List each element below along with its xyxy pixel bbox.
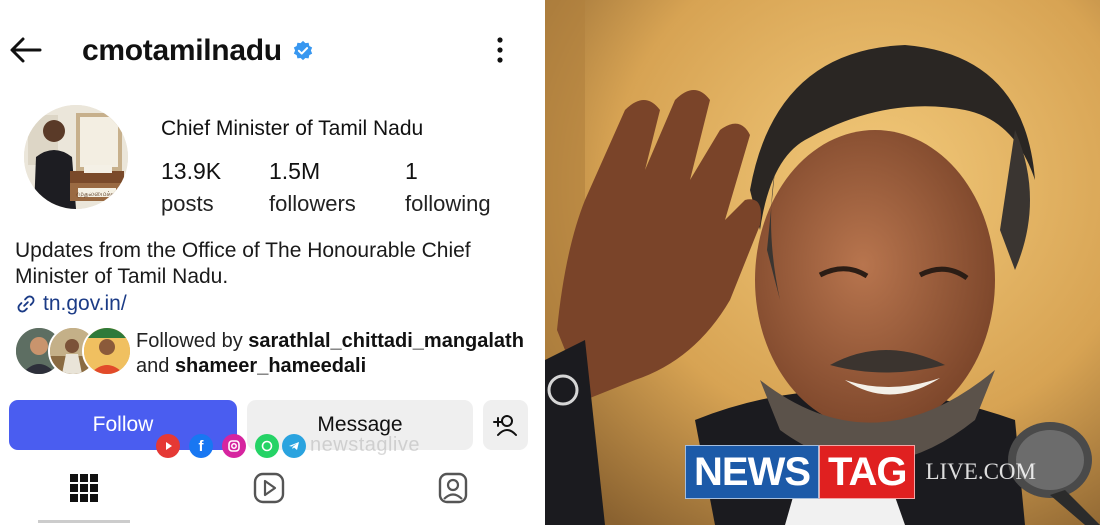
stat-followers-label: followers (269, 191, 356, 216)
whatsapp-icon (255, 434, 279, 458)
stat-followers-value: 1.5M (269, 158, 321, 184)
instagram-profile-panel: cmotamilnadu முதலமைச்சர் Chief Minister … (0, 0, 545, 525)
logo-news-text: NEWS (685, 445, 819, 499)
youtube-icon (156, 434, 180, 458)
link-text[interactable]: tn.gov.in/ (43, 292, 127, 316)
profile-tab-bar (0, 462, 545, 525)
mutual-avatar-3 (82, 326, 132, 376)
logo-tag-text: TAG (819, 445, 916, 499)
link-icon (17, 295, 35, 313)
profile-avatar[interactable]: முதலமைச்சர் (24, 105, 128, 209)
display-name: Chief Minister of Tamil Nadu (161, 117, 424, 140)
suggested-users-button[interactable] (483, 400, 528, 450)
stat-following[interactable]: 1 following (405, 158, 491, 217)
watermark-text: newstaglive (310, 434, 421, 456)
grid-icon[interactable] (66, 470, 102, 506)
verified-badge-icon (293, 40, 312, 61)
profile-header: cmotamilnadu (82, 34, 314, 68)
instagram-icon (222, 434, 246, 458)
profile-link[interactable]: tn.gov.in/ (15, 292, 127, 316)
reels-icon[interactable] (251, 470, 287, 506)
tagged-icon[interactable] (435, 470, 471, 506)
svg-text:முதலமைச்சர்: முதலமைச்சர் (76, 190, 118, 198)
logo-live-text: LIVE.COM (925, 459, 1036, 484)
more-options-icon[interactable] (488, 34, 512, 66)
active-tab-indicator (38, 520, 130, 523)
followed-by-text[interactable]: Followed by sarathlal_chittadi_mangalath… (136, 329, 524, 379)
stat-posts[interactable]: 13.9K posts (161, 158, 221, 217)
news-photo-panel: NEWS TAG LIVE.COM (545, 0, 1100, 525)
followed-by-user-1[interactable]: sarathlal_chittadi_mangalath (248, 330, 524, 352)
followed-by-prefix: Followed by (136, 330, 243, 352)
followed-by-conjunction: and (136, 355, 170, 377)
profile-bio: Updates from the Office of The Honourabl… (15, 239, 471, 288)
stat-followers[interactable]: 1.5M followers (269, 158, 356, 217)
stat-posts-label: posts (161, 191, 214, 216)
avatar-photo: முதலமைச்சர் (24, 105, 128, 209)
stat-following-value: 1 (405, 158, 418, 184)
username: cmotamilnadu (82, 34, 282, 67)
telegram-icon (282, 434, 306, 458)
newstag-logo: NEWS TAG LIVE.COM (685, 445, 1036, 499)
followed-by-user-2[interactable]: shameer_hameedali (175, 355, 366, 377)
facebook-icon: f (189, 434, 213, 458)
add-user-icon (492, 415, 517, 436)
stat-following-label: following (405, 191, 491, 216)
back-arrow-icon[interactable] (8, 36, 44, 64)
social-icons-overlay: f (156, 434, 306, 458)
mutual-followers-avatars[interactable] (14, 326, 132, 376)
stat-posts-value: 13.9K (161, 158, 222, 184)
